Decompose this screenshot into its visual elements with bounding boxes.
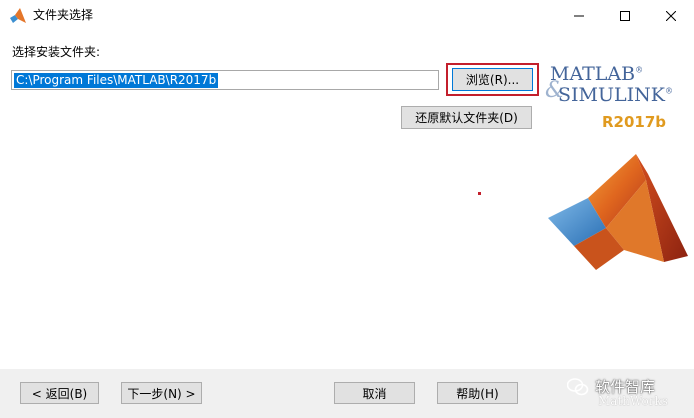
minimize-button[interactable] [556,0,602,31]
window-title: 文件夹选择 [33,8,94,22]
restore-default-folder-button[interactable]: 还原默认文件夹(D) [401,106,532,129]
next-button[interactable]: 下一步(N) > [121,382,202,404]
logo-simulink-text: SIMULINK® [558,84,673,106]
help-button[interactable]: 帮助(H) [437,382,518,404]
matlab-icon [10,8,26,23]
maximize-icon [620,10,630,21]
maximize-button[interactable] [602,0,648,31]
browse-button[interactable]: 浏览(R)... [452,68,533,91]
folder-prompt-label: 选择安装文件夹: [12,45,101,59]
installer-window: 文件夹选择 选择安装文件夹: C:\Program Files\MATLAB\R… [0,0,694,418]
close-button[interactable] [648,0,694,31]
matlab-membrane-logo [548,154,688,270]
back-button[interactable]: < 返回(B) [20,382,99,404]
release-badge: R2017b [602,113,667,131]
title-bar[interactable]: 文件夹选择 [0,0,694,31]
install-path-text: C:\Program Files\MATLAB\R2017b [14,72,219,88]
minimize-icon [574,15,584,16]
wechat-icon [567,377,589,395]
cancel-button[interactable]: 取消 [334,382,415,404]
red-dot-marker [478,192,481,195]
watermark-text: 软件智库 [595,378,656,396]
close-icon [666,10,676,21]
install-path-input[interactable]: C:\Program Files\MATLAB\R2017b [11,70,439,90]
watermark: 软件智库 [567,376,655,397]
